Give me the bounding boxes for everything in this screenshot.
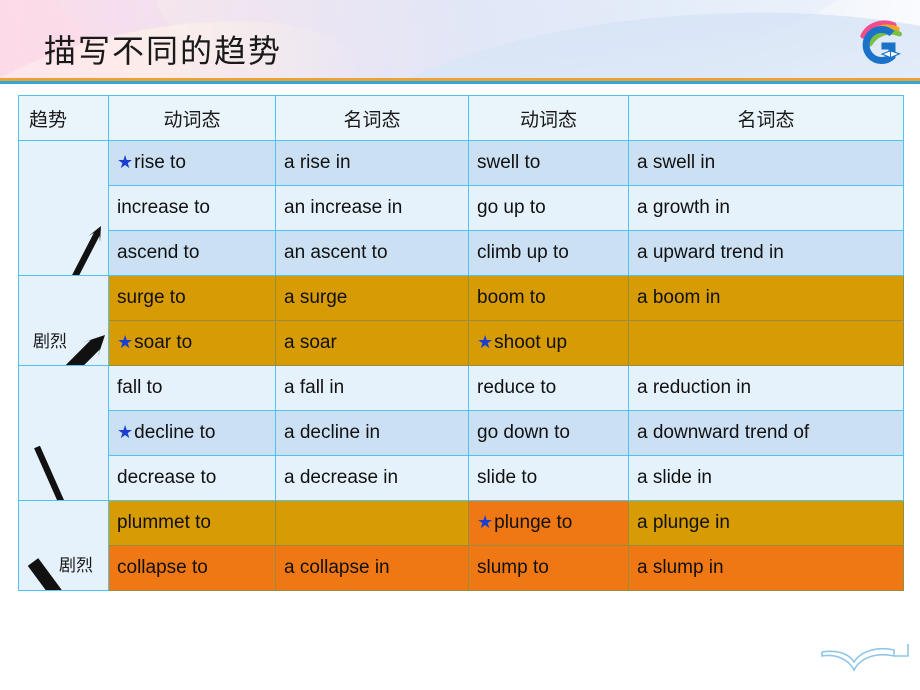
cell-noun-form-2	[628, 320, 904, 366]
table-row: collapse to a collapse in slump to a slump …	[19, 545, 904, 591]
cell-noun-form-2: a upward trend in	[628, 230, 904, 276]
cell-noun-form-2: a slide in	[628, 455, 904, 501]
table-body: ★rise to a rise in swell to a swell in incre…	[18, 140, 904, 591]
cell-noun-form-2: a boom in	[628, 275, 904, 321]
column-header-verb-1: 动词态	[108, 95, 276, 141]
cell-verb-form-1: surge to	[108, 275, 276, 321]
cell-noun-form-1: an ascent to	[275, 230, 469, 276]
cell-verb-form-2: climb up to	[468, 230, 629, 276]
page-title: 描写不同的趋势	[44, 32, 283, 70]
star-icon: ★	[477, 512, 494, 532]
cell-noun-form-2: a plunge in	[628, 500, 904, 546]
banner-blue-rule	[0, 81, 920, 84]
table-row: ★rise to a rise in swell to a swell in	[18, 140, 904, 276]
open-book-decoration-icon	[821, 644, 909, 672]
g-book-logo-icon	[860, 20, 902, 64]
cell-verb-form-2: ★plunge to	[468, 500, 629, 546]
cell-verb-form-1: collapse to	[108, 545, 276, 591]
cell-verb-form-2: go down to	[468, 410, 629, 456]
cell-noun-form-1: a rise in	[275, 140, 469, 186]
cell-verb-form-1: decrease to	[108, 455, 276, 501]
cell-noun-form-2: a swell in	[628, 140, 904, 186]
cell-noun-form-1	[275, 500, 469, 546]
table-row: increase to an increase in go up to a growt…	[19, 185, 904, 231]
cell-verb-form-2: slide to	[468, 455, 629, 501]
cell-verb-form-1: plummet to	[108, 500, 276, 546]
intensity-label-sharp-fall: 剧烈	[59, 555, 93, 576]
cell-noun-form-1: a decrease in	[275, 455, 469, 501]
table-row: 剧烈 plummet to ★plunge to a plunge in	[18, 500, 904, 591]
trend-cell-gradual-fall	[18, 365, 109, 501]
trend-cell-sharp-rise: 剧烈	[18, 275, 109, 366]
cell-noun-form-1: a fall in	[275, 365, 469, 411]
cell-verb-form-2: slump to	[468, 545, 629, 591]
table-row: ★soar to a soar ★shoot up	[19, 320, 904, 366]
cell-noun-form-1: a surge	[275, 275, 469, 321]
cell-verb-form-1: increase to	[108, 185, 276, 231]
banner-swoosh-3	[323, 0, 920, 84]
table-row: fall to a fall in reduce to a reduction in	[18, 365, 904, 501]
star-icon: ★	[117, 332, 134, 352]
thin-up-arrow-icon	[72, 226, 101, 275]
cell-verb-form-2: ★shoot up	[468, 320, 629, 366]
cell-noun-form-1: an increase in	[275, 185, 469, 231]
cell-verb-form-2: reduce to	[468, 365, 629, 411]
cell-noun-form-2: a downward trend of	[628, 410, 904, 456]
cell-verb-form-2: swell to	[468, 140, 629, 186]
cell-verb-form-2: boom to	[468, 275, 629, 321]
cell-noun-form-2: a reduction in	[628, 365, 904, 411]
trend-cell-sharp-fall: 剧烈	[18, 500, 109, 591]
column-header-trend: 趋势	[18, 95, 109, 141]
table-row: 剧烈 surge to a surge boom to a boom in	[18, 275, 904, 366]
cell-noun-form-2: a slump in	[628, 545, 904, 591]
trend-vocabulary-table: 趋势 动词态 名词态 动词态 名词态 ★rise to a rise in swel…	[18, 95, 904, 591]
column-header-noun-2: 名词态	[628, 95, 904, 141]
cell-verb-form-1: ascend to	[108, 230, 276, 276]
cell-verb-form-1: fall to	[108, 365, 276, 411]
cell-verb-form-2: go up to	[468, 185, 629, 231]
column-header-noun-1: 名词态	[275, 95, 469, 141]
trend-cell-gradual-rise	[18, 140, 109, 276]
intensity-label-sharp-rise: 剧烈	[33, 331, 67, 352]
cell-noun-form-1: a collapse in	[275, 545, 469, 591]
cell-noun-form-1: a soar	[275, 320, 469, 366]
thin-down-arrow-icon	[34, 445, 64, 500]
table-row: decrease to a decrease in slide to a slide …	[19, 455, 904, 501]
table-row: ascend to an ascent to climb up to a upward…	[19, 230, 904, 276]
star-icon: ★	[477, 332, 494, 352]
column-header-verb-2: 动词态	[468, 95, 629, 141]
cell-noun-form-1: a decline in	[275, 410, 469, 456]
star-icon: ★	[117, 422, 134, 442]
table-header-row: 趋势 动词态 名词态 动词态 名词态	[18, 95, 904, 141]
cell-verb-form-1: ★decline to	[108, 410, 276, 456]
table-row: ★decline to a decline in go down to a downw…	[19, 410, 904, 456]
cell-verb-form-1: ★soar to	[108, 320, 276, 366]
cell-noun-form-2: a growth in	[628, 185, 904, 231]
cell-verb-form-1: ★rise to	[108, 140, 276, 186]
star-icon: ★	[117, 152, 134, 172]
